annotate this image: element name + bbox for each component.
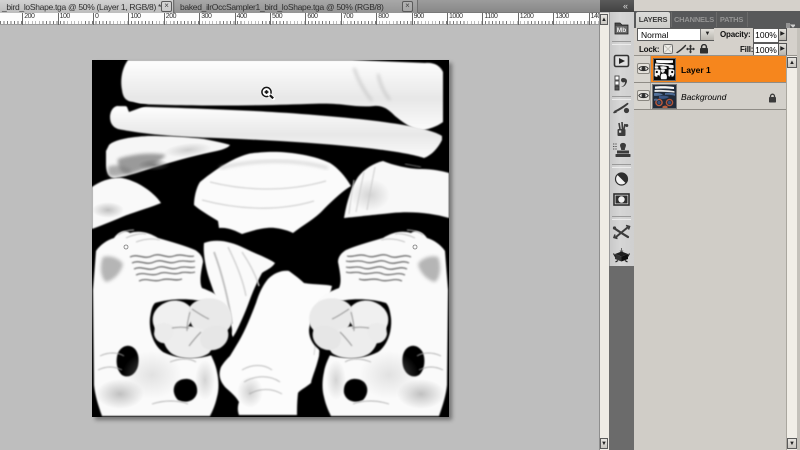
svg-text:Mb: Mb (617, 27, 626, 34)
